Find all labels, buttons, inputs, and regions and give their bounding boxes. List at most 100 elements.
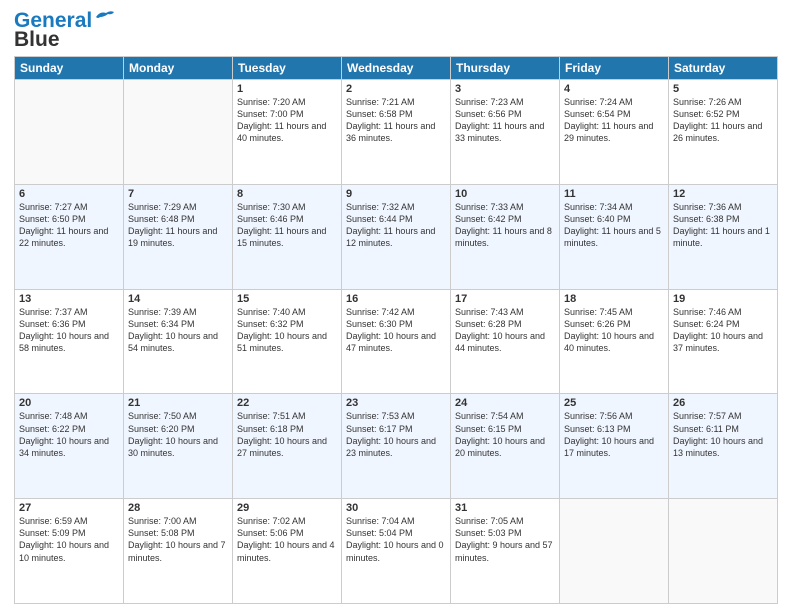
calendar-day-header: Friday bbox=[560, 57, 669, 80]
calendar-day-header: Monday bbox=[124, 57, 233, 80]
day-info: Sunrise: 7:53 AMSunset: 6:17 PMDaylight:… bbox=[346, 410, 446, 459]
calendar-day-cell bbox=[560, 499, 669, 604]
calendar-day-cell: 9Sunrise: 7:32 AMSunset: 6:44 PMDaylight… bbox=[342, 184, 451, 289]
day-number: 24 bbox=[455, 397, 555, 409]
day-info: Sunrise: 7:42 AMSunset: 6:30 PMDaylight:… bbox=[346, 306, 446, 355]
calendar-day-cell: 23Sunrise: 7:53 AMSunset: 6:17 PMDayligh… bbox=[342, 394, 451, 499]
calendar-week-row: 6Sunrise: 7:27 AMSunset: 6:50 PMDaylight… bbox=[15, 184, 778, 289]
day-info: Sunrise: 7:05 AMSunset: 5:03 PMDaylight:… bbox=[455, 515, 555, 564]
day-number: 7 bbox=[128, 188, 228, 200]
calendar-day-header: Tuesday bbox=[233, 57, 342, 80]
day-info: Sunrise: 7:48 AMSunset: 6:22 PMDaylight:… bbox=[19, 410, 119, 459]
calendar-header-row: SundayMondayTuesdayWednesdayThursdayFrid… bbox=[15, 57, 778, 80]
day-number: 15 bbox=[237, 293, 337, 305]
calendar-day-cell: 27Sunrise: 6:59 AMSunset: 5:09 PMDayligh… bbox=[15, 499, 124, 604]
day-info: Sunrise: 7:23 AMSunset: 6:56 PMDaylight:… bbox=[455, 96, 555, 145]
day-info: Sunrise: 7:40 AMSunset: 6:32 PMDaylight:… bbox=[237, 306, 337, 355]
day-number: 23 bbox=[346, 397, 446, 409]
calendar-day-cell: 31Sunrise: 7:05 AMSunset: 5:03 PMDayligh… bbox=[451, 499, 560, 604]
day-info: Sunrise: 7:54 AMSunset: 6:15 PMDaylight:… bbox=[455, 410, 555, 459]
page: General Blue SundayMondayTuesdayWednesda… bbox=[0, 0, 792, 612]
day-number: 20 bbox=[19, 397, 119, 409]
calendar-day-header: Thursday bbox=[451, 57, 560, 80]
day-info: Sunrise: 7:00 AMSunset: 5:08 PMDaylight:… bbox=[128, 515, 228, 564]
calendar-day-cell: 7Sunrise: 7:29 AMSunset: 6:48 PMDaylight… bbox=[124, 184, 233, 289]
day-number: 31 bbox=[455, 502, 555, 514]
day-number: 21 bbox=[128, 397, 228, 409]
day-info: Sunrise: 7:04 AMSunset: 5:04 PMDaylight:… bbox=[346, 515, 446, 564]
calendar-day-header: Wednesday bbox=[342, 57, 451, 80]
calendar-day-header: Saturday bbox=[669, 57, 778, 80]
calendar-day-cell: 17Sunrise: 7:43 AMSunset: 6:28 PMDayligh… bbox=[451, 289, 560, 394]
calendar-day-cell: 15Sunrise: 7:40 AMSunset: 6:32 PMDayligh… bbox=[233, 289, 342, 394]
calendar-day-cell: 10Sunrise: 7:33 AMSunset: 6:42 PMDayligh… bbox=[451, 184, 560, 289]
day-number: 5 bbox=[673, 83, 773, 95]
day-info: Sunrise: 7:39 AMSunset: 6:34 PMDaylight:… bbox=[128, 306, 228, 355]
day-info: Sunrise: 7:57 AMSunset: 6:11 PMDaylight:… bbox=[673, 410, 773, 459]
calendar-day-cell: 11Sunrise: 7:34 AMSunset: 6:40 PMDayligh… bbox=[560, 184, 669, 289]
calendar-day-cell: 3Sunrise: 7:23 AMSunset: 6:56 PMDaylight… bbox=[451, 80, 560, 185]
header: General Blue bbox=[14, 10, 778, 50]
calendar-day-cell: 4Sunrise: 7:24 AMSunset: 6:54 PMDaylight… bbox=[560, 80, 669, 185]
calendar-day-cell: 14Sunrise: 7:39 AMSunset: 6:34 PMDayligh… bbox=[124, 289, 233, 394]
calendar-day-header: Sunday bbox=[15, 57, 124, 80]
calendar-table: SundayMondayTuesdayWednesdayThursdayFrid… bbox=[14, 56, 778, 604]
calendar-day-cell: 29Sunrise: 7:02 AMSunset: 5:06 PMDayligh… bbox=[233, 499, 342, 604]
calendar-week-row: 13Sunrise: 7:37 AMSunset: 6:36 PMDayligh… bbox=[15, 289, 778, 394]
day-number: 26 bbox=[673, 397, 773, 409]
day-info: Sunrise: 7:33 AMSunset: 6:42 PMDaylight:… bbox=[455, 201, 555, 250]
day-info: Sunrise: 7:43 AMSunset: 6:28 PMDaylight:… bbox=[455, 306, 555, 355]
day-number: 1 bbox=[237, 83, 337, 95]
day-info: Sunrise: 7:37 AMSunset: 6:36 PMDaylight:… bbox=[19, 306, 119, 355]
calendar-day-cell: 21Sunrise: 7:50 AMSunset: 6:20 PMDayligh… bbox=[124, 394, 233, 499]
calendar-day-cell: 30Sunrise: 7:04 AMSunset: 5:04 PMDayligh… bbox=[342, 499, 451, 604]
calendar-day-cell bbox=[669, 499, 778, 604]
day-number: 17 bbox=[455, 293, 555, 305]
logo-blue-text: Blue bbox=[14, 29, 60, 50]
day-number: 28 bbox=[128, 502, 228, 514]
calendar-day-cell bbox=[15, 80, 124, 185]
logo-bird-icon bbox=[94, 9, 116, 25]
day-info: Sunrise: 7:20 AMSunset: 7:00 PMDaylight:… bbox=[237, 96, 337, 145]
day-info: Sunrise: 7:51 AMSunset: 6:18 PMDaylight:… bbox=[237, 410, 337, 459]
day-info: Sunrise: 7:46 AMSunset: 6:24 PMDaylight:… bbox=[673, 306, 773, 355]
calendar-day-cell: 1Sunrise: 7:20 AMSunset: 7:00 PMDaylight… bbox=[233, 80, 342, 185]
day-info: Sunrise: 7:36 AMSunset: 6:38 PMDaylight:… bbox=[673, 201, 773, 250]
day-info: Sunrise: 7:02 AMSunset: 5:06 PMDaylight:… bbox=[237, 515, 337, 564]
day-number: 10 bbox=[455, 188, 555, 200]
day-number: 8 bbox=[237, 188, 337, 200]
calendar-day-cell: 19Sunrise: 7:46 AMSunset: 6:24 PMDayligh… bbox=[669, 289, 778, 394]
day-number: 11 bbox=[564, 188, 664, 200]
day-number: 6 bbox=[19, 188, 119, 200]
day-info: Sunrise: 7:30 AMSunset: 6:46 PMDaylight:… bbox=[237, 201, 337, 250]
calendar-day-cell: 22Sunrise: 7:51 AMSunset: 6:18 PMDayligh… bbox=[233, 394, 342, 499]
calendar-day-cell: 26Sunrise: 7:57 AMSunset: 6:11 PMDayligh… bbox=[669, 394, 778, 499]
day-number: 12 bbox=[673, 188, 773, 200]
calendar-day-cell: 25Sunrise: 7:56 AMSunset: 6:13 PMDayligh… bbox=[560, 394, 669, 499]
calendar-day-cell: 28Sunrise: 7:00 AMSunset: 5:08 PMDayligh… bbox=[124, 499, 233, 604]
day-number: 9 bbox=[346, 188, 446, 200]
day-number: 27 bbox=[19, 502, 119, 514]
calendar-week-row: 27Sunrise: 6:59 AMSunset: 5:09 PMDayligh… bbox=[15, 499, 778, 604]
calendar-day-cell: 8Sunrise: 7:30 AMSunset: 6:46 PMDaylight… bbox=[233, 184, 342, 289]
day-info: Sunrise: 7:32 AMSunset: 6:44 PMDaylight:… bbox=[346, 201, 446, 250]
day-info: Sunrise: 7:29 AMSunset: 6:48 PMDaylight:… bbox=[128, 201, 228, 250]
day-number: 30 bbox=[346, 502, 446, 514]
day-info: Sunrise: 7:21 AMSunset: 6:58 PMDaylight:… bbox=[346, 96, 446, 145]
calendar-week-row: 20Sunrise: 7:48 AMSunset: 6:22 PMDayligh… bbox=[15, 394, 778, 499]
day-number: 4 bbox=[564, 83, 664, 95]
day-number: 25 bbox=[564, 397, 664, 409]
calendar-day-cell: 16Sunrise: 7:42 AMSunset: 6:30 PMDayligh… bbox=[342, 289, 451, 394]
day-info: Sunrise: 7:24 AMSunset: 6:54 PMDaylight:… bbox=[564, 96, 664, 145]
calendar-day-cell: 20Sunrise: 7:48 AMSunset: 6:22 PMDayligh… bbox=[15, 394, 124, 499]
day-number: 3 bbox=[455, 83, 555, 95]
day-info: Sunrise: 7:56 AMSunset: 6:13 PMDaylight:… bbox=[564, 410, 664, 459]
calendar-day-cell: 5Sunrise: 7:26 AMSunset: 6:52 PMDaylight… bbox=[669, 80, 778, 185]
calendar-day-cell bbox=[124, 80, 233, 185]
day-number: 19 bbox=[673, 293, 773, 305]
day-number: 22 bbox=[237, 397, 337, 409]
day-number: 18 bbox=[564, 293, 664, 305]
day-number: 13 bbox=[19, 293, 119, 305]
day-info: Sunrise: 7:45 AMSunset: 6:26 PMDaylight:… bbox=[564, 306, 664, 355]
calendar-day-cell: 18Sunrise: 7:45 AMSunset: 6:26 PMDayligh… bbox=[560, 289, 669, 394]
